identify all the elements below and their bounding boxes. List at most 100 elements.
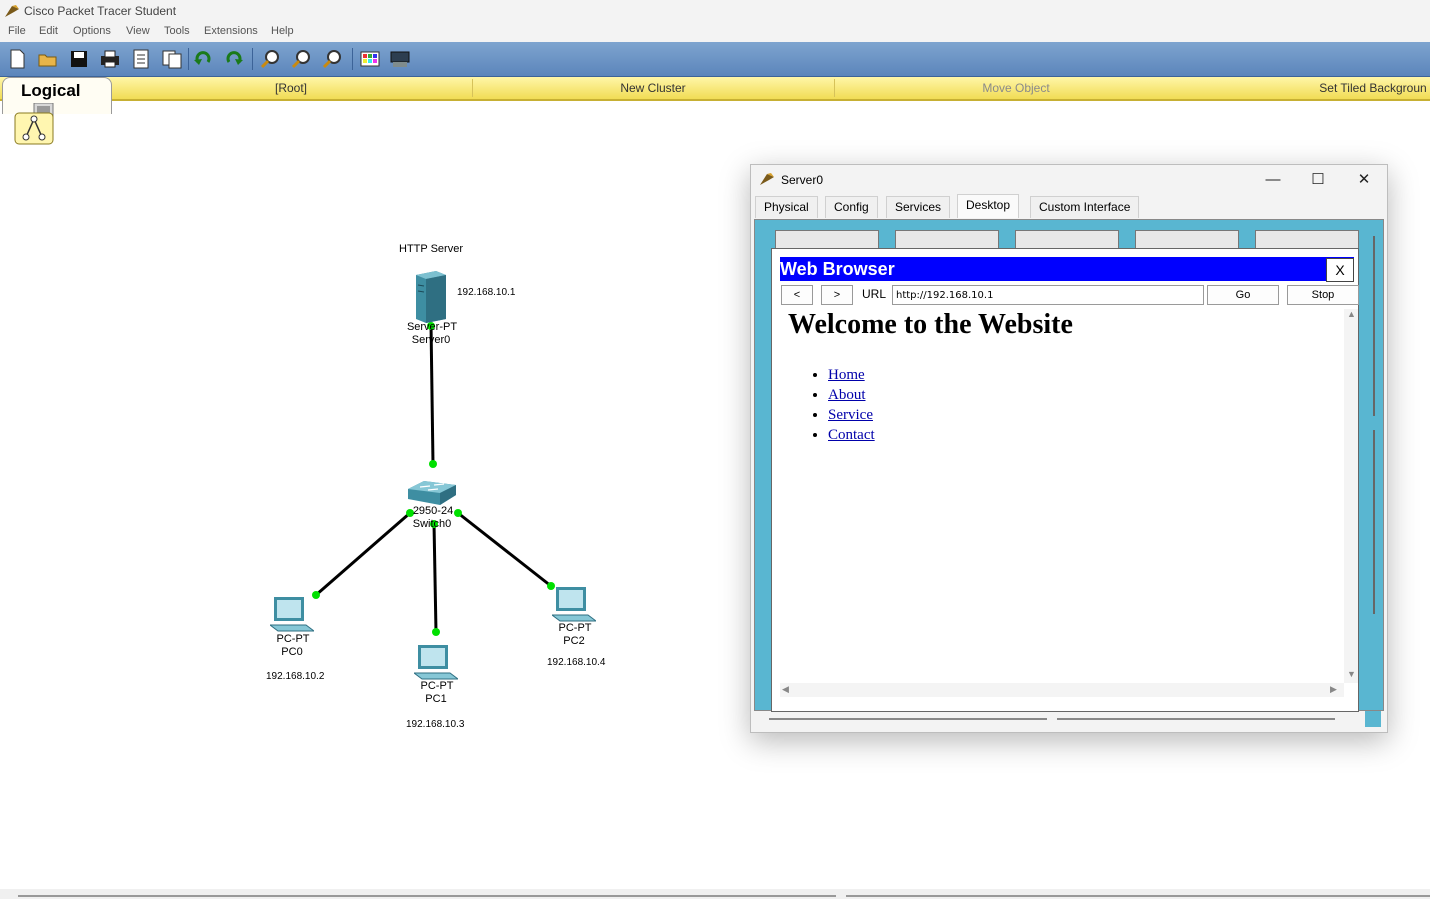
desktop-scrollbar-thumb[interactable] <box>1373 236 1375 416</box>
scrollbar-thumb[interactable] <box>18 895 836 897</box>
palette-icon[interactable] <box>359 48 381 70</box>
toolbar-separator <box>352 48 353 70</box>
server-note: HTTP Server <box>399 243 463 255</box>
redo-icon[interactable] <box>223 48 245 70</box>
page-horizontal-scrollbar[interactable]: ◀ ▶ <box>780 683 1344 697</box>
window-scrollbar-thumb[interactable] <box>769 718 1047 720</box>
pc0-name: PC0 <box>281 646 303 658</box>
url-label: URL <box>862 287 887 301</box>
minimize-button[interactable]: — <box>1259 169 1287 191</box>
toolbar-separator <box>252 48 253 70</box>
server-type: Server-PT <box>406 321 458 333</box>
menu-extensions[interactable]: Extensions <box>204 25 258 37</box>
scroll-left-icon[interactable]: ◀ <box>782 684 789 695</box>
bar-separator <box>472 79 473 97</box>
link-light <box>429 460 437 468</box>
url-input[interactable] <box>892 285 1204 305</box>
switch-name: Switch0 <box>412 518 452 530</box>
pc2-name: PC2 <box>563 635 585 647</box>
scroll-down-icon[interactable]: ▼ <box>1347 669 1356 679</box>
zoom-in-icon[interactable] <box>259 48 281 70</box>
list-item: Home <box>828 365 875 385</box>
forward-button[interactable]: > <box>821 285 853 305</box>
window-scrollbar-thumb[interactable] <box>1057 718 1335 720</box>
set-tiled-background-button[interactable]: Set Tiled Backgroun <box>1319 81 1426 95</box>
link-light <box>432 628 440 636</box>
pc2-type: PC-PT <box>558 622 592 634</box>
pdu-list-icon[interactable] <box>161 48 183 70</box>
switch-type: 2950-24 <box>412 505 454 517</box>
tab-services[interactable]: Services <box>886 196 951 218</box>
tab-config[interactable]: Config <box>825 196 878 218</box>
link-home[interactable]: Home <box>828 367 865 383</box>
server-name: Server0 <box>411 334 451 346</box>
open-folder-icon[interactable] <box>37 48 59 70</box>
list-item: Contact <box>828 425 875 445</box>
scrollbar-thumb[interactable] <box>846 895 1430 897</box>
menu-view[interactable]: View <box>126 25 150 37</box>
packet-tracer-logo-icon <box>5 5 19 17</box>
menu-help[interactable]: Help <box>271 25 294 37</box>
move-object-button[interactable]: Move Object <box>982 81 1049 95</box>
scroll-up-icon[interactable]: ▲ <box>1347 309 1356 319</box>
scroll-right-icon[interactable]: ▶ <box>1330 684 1337 695</box>
pc2-ip: 192.168.10.4 <box>547 657 606 668</box>
workspace-bar: [Root] New Cluster Move Object Set Tiled… <box>0 77 1430 101</box>
zoom-out-icon[interactable] <box>321 48 343 70</box>
desktop-panel: Web Browser X < > URL Go Stop Welcome to… <box>754 219 1384 712</box>
custom-device-icon[interactable] <box>389 48 411 70</box>
new-file-icon[interactable] <box>6 48 28 70</box>
toolbar-separator <box>188 48 189 70</box>
workspace-scrollbar[interactable] <box>0 889 1430 899</box>
pc-icon[interactable] <box>270 595 314 633</box>
menu-tools[interactable]: Tools <box>164 25 190 37</box>
menu-edit[interactable]: Edit <box>39 25 58 37</box>
page-heading: Welcome to the Website <box>788 309 1073 340</box>
tab-desktop[interactable]: Desktop <box>957 194 1020 218</box>
maximize-button[interactable]: ☐ <box>1304 169 1332 191</box>
save-icon[interactable] <box>68 48 90 70</box>
go-button[interactable]: Go <box>1207 285 1279 305</box>
undo-icon[interactable] <box>192 48 214 70</box>
root-button[interactable]: [Root] <box>275 81 307 95</box>
zoom-reset-icon[interactable] <box>290 48 312 70</box>
link-service[interactable]: Service <box>828 407 873 423</box>
pc1-type: PC-PT <box>420 680 454 692</box>
menu-file[interactable]: File <box>8 25 26 37</box>
resize-grip[interactable] <box>1365 711 1381 727</box>
stop-button[interactable]: Stop <box>1287 285 1359 305</box>
server-window-title: Server0 <box>781 173 824 187</box>
pc-icon[interactable] <box>552 585 596 623</box>
browser-title: Web Browser <box>780 259 895 279</box>
logical-tab-label: Logical <box>21 81 81 100</box>
pc1-ip: 192.168.10.3 <box>406 719 465 730</box>
window-title: Cisco Packet Tracer Student <box>24 4 177 18</box>
toolbar <box>0 42 1430 77</box>
activity-wizard-icon[interactable] <box>130 48 152 70</box>
bar-separator <box>834 79 835 97</box>
page-vertical-scrollbar[interactable]: ▲ ▼ <box>1344 309 1358 683</box>
server-icon[interactable] <box>414 269 448 323</box>
pc-icon[interactable] <box>414 643 458 681</box>
server-ip: 192.168.10.1 <box>457 287 516 298</box>
browser-page: Welcome to the Website Home About Servic… <box>780 309 1344 683</box>
menu-bar: File Edit Options View Tools Extensions … <box>0 22 1430 42</box>
browser-close-button[interactable]: X <box>1326 258 1354 282</box>
link-about[interactable]: About <box>828 387 866 403</box>
list-item: Service <box>828 405 875 425</box>
new-cluster-button[interactable]: New Cluster <box>620 81 685 95</box>
link-contact[interactable]: Contact <box>828 427 875 443</box>
pc1-name: PC1 <box>425 693 447 705</box>
menu-options[interactable]: Options <box>73 25 111 37</box>
close-button[interactable]: ✕ <box>1350 169 1378 191</box>
server-window: Server0 — ☐ ✕ Physical Config Services D… <box>750 164 1388 733</box>
print-icon[interactable] <box>99 48 121 70</box>
list-item: About <box>828 385 875 405</box>
nav-list: Home About Service Contact <box>788 365 875 445</box>
pc0-ip: 192.168.10.2 <box>266 671 325 682</box>
desktop-scrollbar-thumb[interactable] <box>1373 430 1375 614</box>
tab-physical[interactable]: Physical <box>755 196 818 218</box>
title-bar: Cisco Packet Tracer Student <box>0 0 1430 22</box>
tab-custom-interface[interactable]: Custom Interface <box>1030 196 1140 218</box>
back-button[interactable]: < <box>781 285 813 305</box>
